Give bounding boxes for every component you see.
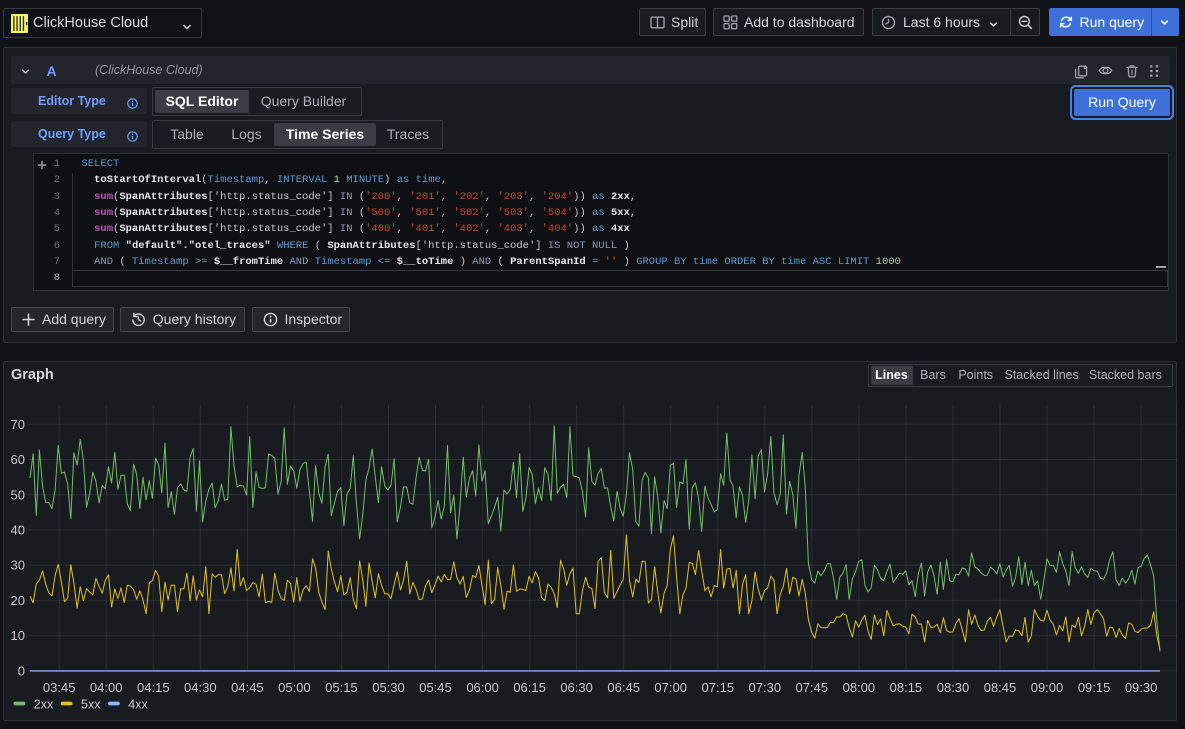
svg-text:08:30: 08:30 — [937, 680, 970, 695]
svg-text:04:30: 04:30 — [184, 680, 217, 695]
svg-text:20: 20 — [11, 593, 25, 608]
svg-text:08:15: 08:15 — [890, 680, 923, 695]
svg-text:06:15: 06:15 — [513, 680, 546, 695]
svg-text:05:15: 05:15 — [325, 680, 358, 695]
svg-text:04:15: 04:15 — [137, 680, 170, 695]
svg-text:04:45: 04:45 — [231, 680, 264, 695]
svg-text:07:30: 07:30 — [749, 680, 782, 695]
svg-text:09:00: 09:00 — [1031, 680, 1064, 695]
svg-text:05:00: 05:00 — [278, 680, 311, 695]
svg-text:30: 30 — [11, 558, 25, 573]
svg-text:5xx: 5xx — [81, 698, 101, 712]
svg-text:07:00: 07:00 — [654, 680, 687, 695]
svg-text:07:45: 07:45 — [796, 680, 829, 695]
svg-text:09:30: 09:30 — [1125, 680, 1158, 695]
svg-text:60: 60 — [11, 452, 25, 467]
svg-text:08:45: 08:45 — [984, 680, 1017, 695]
svg-text:06:00: 06:00 — [466, 680, 499, 695]
svg-text:03:45: 03:45 — [43, 680, 76, 695]
svg-text:10: 10 — [11, 628, 25, 643]
svg-text:4xx: 4xx — [128, 698, 148, 712]
svg-text:06:30: 06:30 — [560, 680, 593, 695]
svg-text:09:15: 09:15 — [1078, 680, 1111, 695]
svg-text:50: 50 — [11, 487, 25, 502]
svg-text:07:15: 07:15 — [702, 680, 735, 695]
svg-text:05:30: 05:30 — [372, 680, 405, 695]
svg-text:2xx: 2xx — [34, 698, 54, 712]
svg-text:08:00: 08:00 — [843, 680, 876, 695]
svg-text:40: 40 — [11, 523, 25, 538]
svg-text:04:00: 04:00 — [90, 680, 123, 695]
svg-text:05:45: 05:45 — [419, 680, 452, 695]
svg-text:06:45: 06:45 — [607, 680, 640, 695]
svg-text:70: 70 — [11, 417, 25, 432]
svg-text:0: 0 — [18, 663, 25, 678]
